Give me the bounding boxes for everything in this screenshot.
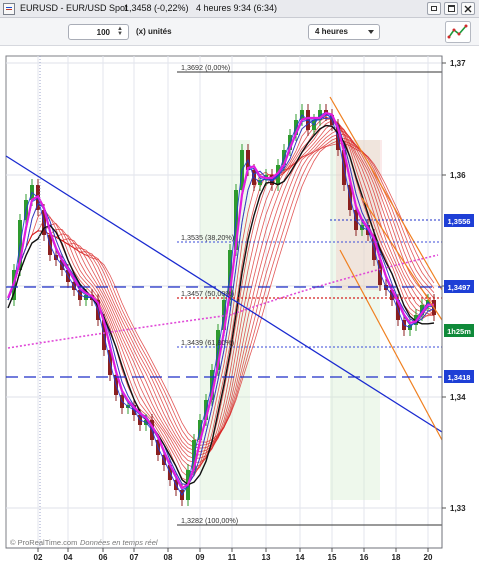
date-tick-label: 04 [64,553,73,562]
price-tag-label: 1,3497 [448,283,471,292]
date-tick-label: 06 [99,553,108,562]
maximize-icon [447,5,455,12]
price-tick-label: 1,37 [450,59,466,68]
date-tick-label: 16 [360,553,369,562]
date-tick-label: 18 [392,553,401,562]
instrument-price: 1,3458 (-0,22%) [124,3,189,13]
fib-label: 1,3692 (0,00%) [181,63,230,72]
chart-toolbar: 100 ▲ ▼ (x) unités 4 heures [0,18,479,46]
restore-icon [431,6,437,11]
date-tick-label: 20 [424,553,433,562]
date-tick-label: 02 [34,553,43,562]
units-stepper[interactable]: 100 ▲ ▼ [68,24,129,40]
watermark-note: Données en temps réel [80,538,158,547]
price-tag-label: 1,3556 [448,217,471,226]
stepper-arrows-icon[interactable]: ▲ ▼ [115,26,125,37]
window-titlebar: EURUSD - EUR/USD Spot 1,3458 (-0,22%) 4 … [0,0,479,18]
instrument-name: EURUSD - EUR/USD Spot [20,3,128,13]
watermark-text: © ProRealTime.com [10,538,77,547]
period-value: 4 heures [315,27,348,36]
date-tick-label: 11 [228,553,237,562]
date-tick-label: 09 [196,553,205,562]
date-tick-label: 08 [164,553,173,562]
date-tick-label: 07 [130,553,139,562]
fib-label: 1,3457 (50,00%) [181,289,234,298]
timeframe-info: 4 heures 9:34 (6:34) [196,3,278,13]
date-tick-label: 14 [296,553,305,562]
date-tick-label: 15 [328,553,337,562]
units-value: 100 [96,27,110,37]
close-icon [464,5,472,12]
fib-label: 1,3535 (38,20%) [181,233,234,242]
period-select[interactable]: 4 heures [308,24,380,40]
price-tag-label: 1h25m [447,327,471,336]
price-tag-label: 1,3418 [448,373,471,382]
fib-label: 1,3282 (100,00%) [181,516,238,525]
close-window-button[interactable] [461,2,475,15]
date-tick-label: 13 [262,553,271,562]
price-chart[interactable]: 1,3692 (0,00%) 1,3535 (38,20%) 1,3457 (50,… [0,46,479,563]
price-tick-label: 1,33 [450,504,466,513]
units-label: (x) unités [136,27,172,36]
chart-type-icon[interactable] [445,21,471,43]
price-tick-label: 1,36 [450,171,466,180]
chevron-down-icon [368,30,374,34]
fib-label: 1,3439 (61,80%) [181,338,234,347]
restore-window-button[interactable] [427,2,441,15]
maximize-window-button[interactable] [444,2,458,15]
price-tick-label: 1,34 [450,393,466,402]
prorealtime-app-icon [3,3,15,15]
